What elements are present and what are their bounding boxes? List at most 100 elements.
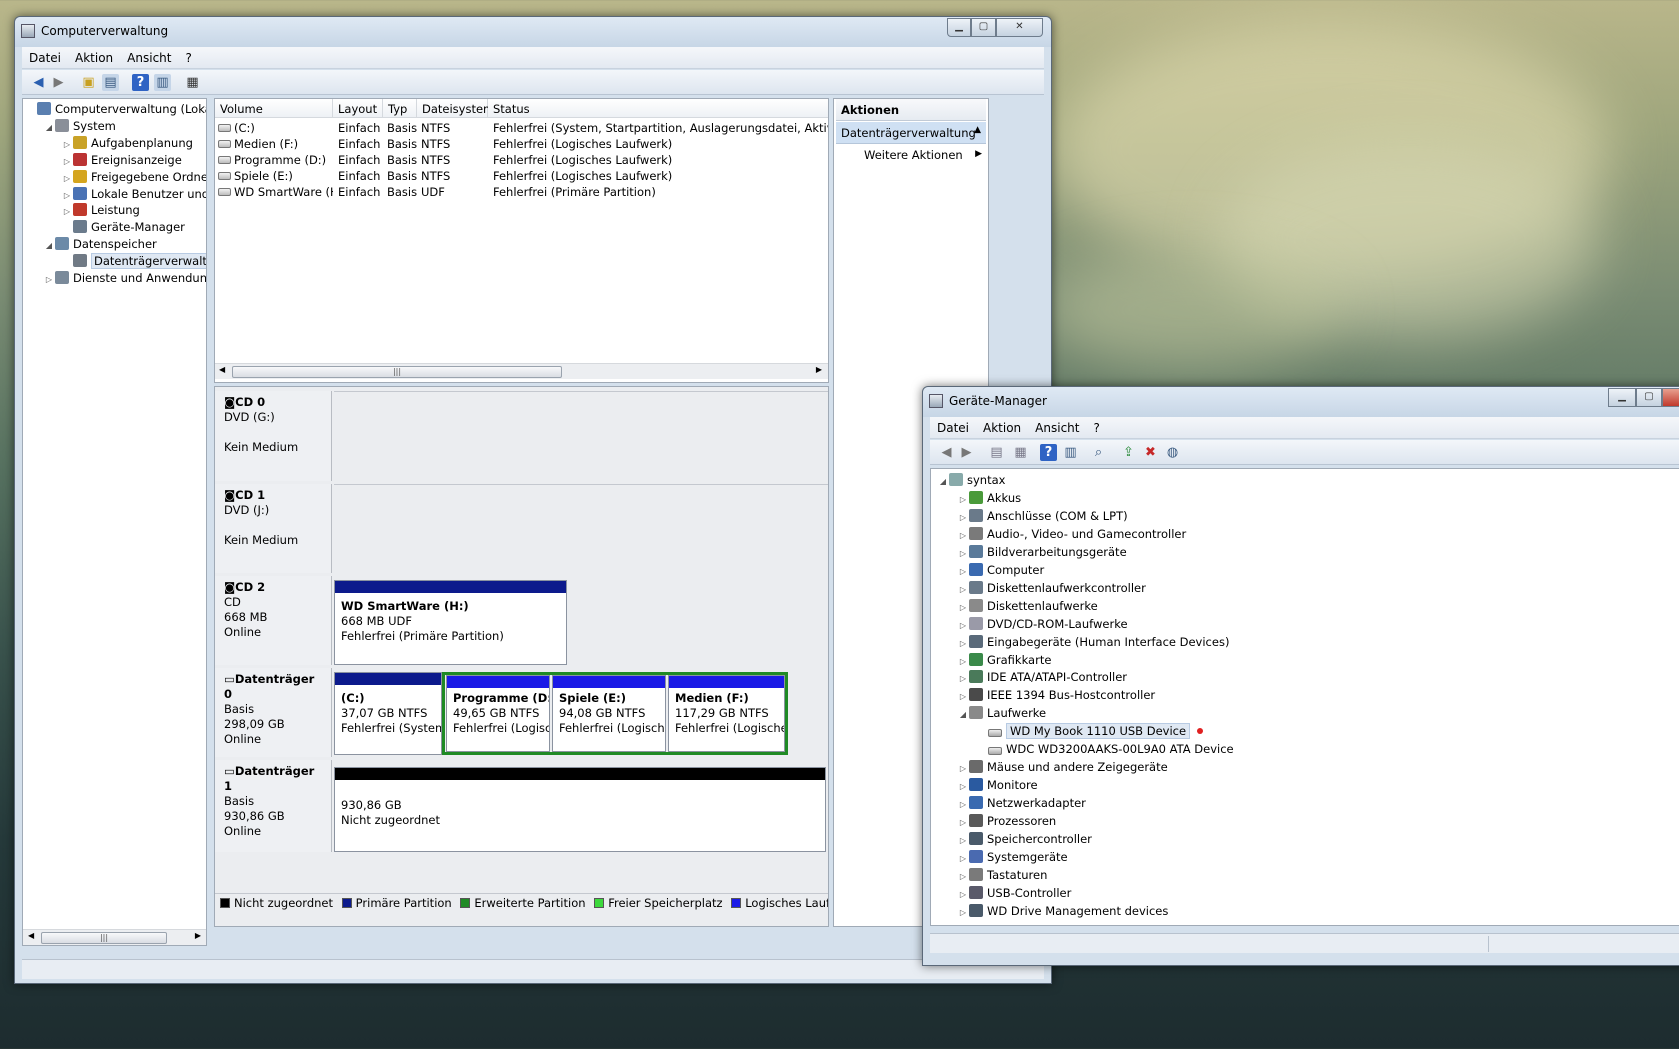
device-category[interactable]: ▷ Grafikkarte [957,652,1051,669]
device-category[interactable]: ▷ Tastaturen [957,867,1047,884]
show-hide-tree-icon[interactable]: ▤ [988,444,1005,461]
volume-row[interactable]: (C:) Einfach Basis NTFS Fehlerfrei (System, … [215,120,828,136]
col-typ[interactable]: Typ [383,99,417,118]
device-item[interactable]: WDC WD3200AAKS-00L9A0 ATA Device [976,741,1234,758]
collapsed-arrow-icon[interactable]: ▷ [957,617,969,634]
enable-device-icon[interactable]: ◍ [1164,444,1181,461]
back-icon[interactable]: ◀ [30,74,47,91]
scroll-left-icon[interactable]: ◀ [219,365,225,374]
show-action-pane-icon[interactable]: ▥ [1062,444,1079,461]
device-root[interactable]: ◢ syntax [937,472,1005,489]
disk-label-cd1[interactable]: ◙CD 1 DVD (J:) Kein Medium [215,484,332,573]
tree-item[interactable]: ▷ Freigegebene Ordner [61,169,206,187]
collapsed-arrow-icon[interactable]: ▷ [61,170,73,187]
disk-label-disk1[interactable]: ▭Datenträger 1 Basis 930,86 GB Online [215,760,332,852]
up-folder-icon[interactable]: ▣ [80,74,97,91]
expanded-arrow-icon[interactable]: ◢ [957,706,969,723]
device-category[interactable]: ▷ Mäuse und andere Zeigegeräte [957,759,1168,776]
close-button[interactable]: ✕ [1662,388,1679,407]
volume-row[interactable]: Programme (D:) Einfach Basis NTFS Fehlerfrei… [215,152,828,168]
menu-ansicht[interactable]: Ansicht [1028,417,1086,435]
device-category[interactable]: ▷ Diskettenlaufwerkcontroller [957,580,1146,597]
collapsed-arrow-icon[interactable]: ▷ [957,509,969,526]
close-button[interactable]: ✕ [996,18,1043,37]
forward-icon[interactable]: ▶ [958,444,975,461]
collapsed-arrow-icon[interactable]: ▷ [957,670,969,687]
collapsed-arrow-icon[interactable]: ▷ [957,545,969,562]
col-dateisystem[interactable]: Dateisystem [417,99,494,118]
device-category[interactable]: ▷ Systemgeräte [957,849,1068,866]
tree-item[interactable]: ▷ Lokale Benutzer und Gruppen [61,186,206,204]
collapsed-arrow-icon[interactable]: ▷ [957,688,969,705]
partition-h[interactable]: WD SmartWare (H:) 668 MB UDF Fehlerfrei (P… [334,580,567,665]
scroll-right-icon[interactable]: ▶ [195,931,201,940]
device-category[interactable]: ▷ Computer [957,562,1044,579]
device-category[interactable]: ▷ Bildverarbeitungsgeräte [957,544,1127,561]
menu-help[interactable]: ? [178,47,198,65]
collapsed-arrow-icon[interactable]: ▷ [61,153,73,170]
device-category[interactable]: ▷ IDE ATA/ATAPI-Controller [957,669,1127,686]
volume-row[interactable]: Spiele (E:) Einfach Basis NTFS Fehlerfrei (L… [215,168,828,184]
collapse-icon[interactable]: ▲ [974,125,981,135]
tree-item[interactable]: ◢ Datenspeicher [43,236,157,253]
maximize-button[interactable]: ▢ [1636,388,1662,407]
help-icon[interactable]: ? [132,74,149,91]
disk-label-cd2[interactable]: ◙CD 2 CD 668 MB Online [215,576,332,665]
collapsed-arrow-icon[interactable]: ▷ [957,886,969,903]
collapsed-arrow-icon[interactable]: ▷ [957,904,969,921]
tree-item[interactable]: Computerverwaltung (Lokal) [25,101,206,118]
uninstall-icon[interactable]: ✖ [1142,444,1159,461]
collapsed-arrow-icon[interactable]: ▷ [957,581,969,598]
disk-label-disk0[interactable]: ▭Datenträger 0 Basis 298,09 GB Online [215,668,332,757]
device-category[interactable]: ▷ Audio-, Video- und Gamecontroller [957,526,1186,543]
partition-e[interactable]: Spiele (E:) 94,08 GB NTFS Fehlerfrei (Logi… [552,675,666,752]
device-category[interactable]: ▷ IEEE 1394 Bus-Hostcontroller [957,687,1155,704]
disk-label-cd0[interactable]: ◙CD 0 DVD (G:) Kein Medium [215,391,332,481]
expanded-arrow-icon[interactable]: ◢ [43,119,55,136]
maximize-button[interactable]: ▢ [971,18,996,37]
partition-unallocated[interactable]: 930,86 GB Nicht zugeordnet [334,767,826,852]
volume-scroll-thumb[interactable]: ||| [232,366,562,378]
minimize-button[interactable]: ▁ [947,18,971,37]
scroll-left-icon[interactable]: ◀ [28,931,34,940]
collapsed-arrow-icon[interactable]: ▷ [957,760,969,777]
properties-icon[interactable]: ▦ [1012,444,1029,461]
show-action-pane-icon[interactable]: ▥ [154,74,171,91]
tree-item[interactable]: Geräte-Manager [61,219,185,236]
volume-h-scrollbar[interactable]: ◀ ||| ▶ [215,363,828,379]
collapsed-arrow-icon[interactable]: ▷ [957,635,969,652]
device-category[interactable]: ▷ DVD/CD-ROM-Laufwerke [957,616,1128,633]
collapsed-arrow-icon[interactable]: ▷ [61,187,73,204]
collapsed-arrow-icon[interactable]: ▷ [957,653,969,670]
device-item[interactable]: WD My Book 1110 USB Device [976,723,1204,740]
tree-h-scrollbar[interactable]: ◀ ||| ▶ [23,929,206,945]
tree-item[interactable]: ▷ Aufgabenplanung [61,135,193,152]
properties-icon[interactable]: ▦ [184,74,201,91]
collapsed-arrow-icon[interactable]: ▷ [957,527,969,544]
collapsed-arrow-icon[interactable]: ▷ [957,599,969,616]
back-icon[interactable]: ◀ [938,444,955,461]
minimize-button[interactable]: ▁ [1608,388,1636,407]
collapsed-arrow-icon[interactable]: ▷ [957,832,969,849]
forward-icon[interactable]: ▶ [50,74,67,91]
col-volume[interactable]: Volume [215,99,333,118]
col-layout[interactable]: Layout [333,99,383,118]
collapsed-arrow-icon[interactable]: ▷ [61,136,73,153]
device-category[interactable]: ▷ Akkus [957,490,1021,507]
collapsed-arrow-icon[interactable]: ▷ [957,868,969,885]
device-category[interactable]: ▷ Netzwerkadapter [957,795,1086,812]
menu-datei[interactable]: Datei [22,47,68,65]
tree-item[interactable]: ▷ Ereignisanzeige [61,152,182,169]
show-hide-tree-icon[interactable]: ▤ [102,74,119,91]
help-icon[interactable]: ? [1040,444,1057,461]
collapsed-arrow-icon[interactable]: ▷ [43,271,55,288]
tree-item[interactable]: ◢ System [43,118,116,135]
menu-help[interactable]: ? [1086,417,1106,435]
menu-datei[interactable]: Datei [930,417,976,435]
expanded-arrow-icon[interactable]: ◢ [43,237,55,254]
tree-scroll-thumb[interactable]: ||| [41,932,167,944]
device-category[interactable]: ▷ Diskettenlaufwerke [957,598,1098,615]
menu-aktion[interactable]: Aktion [68,47,120,65]
update-driver-icon[interactable]: ⇪ [1120,444,1137,461]
collapsed-arrow-icon[interactable]: ▷ [957,778,969,795]
